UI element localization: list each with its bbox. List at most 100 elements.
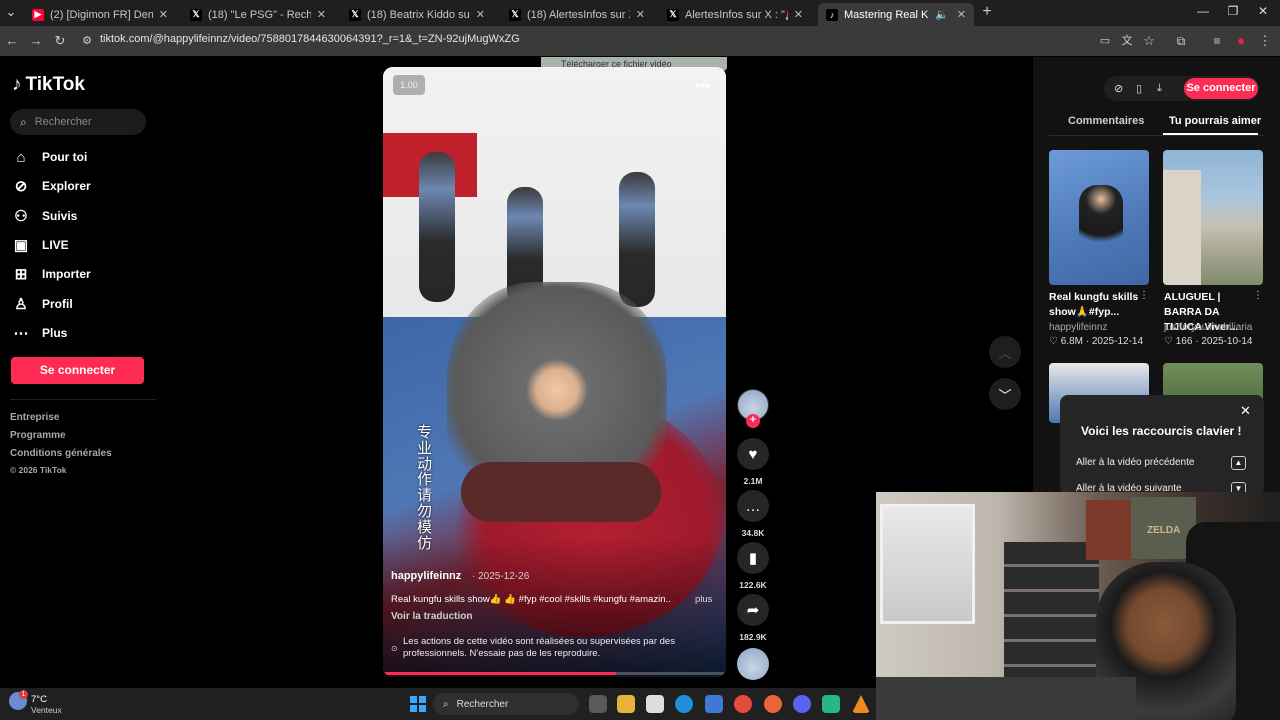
edge-icon[interactable] — [675, 695, 693, 713]
nav-upload[interactable]: ⊞ Importer — [12, 265, 91, 283]
tab-divider — [1049, 135, 1264, 136]
video-player[interactable]: 1.00 ••• 专业动作请勿模仿 happylifeinnz · 2025-1… — [383, 67, 726, 677]
caption-more-link[interactable]: plus — [695, 594, 712, 605]
search-placeholder: Rechercher — [34, 116, 92, 128]
browser-tab[interactable]: 𝕏 (18) "Le PSG" - Recherche / X ✕ — [182, 3, 334, 26]
browser-tab-active[interactable]: ♪ Mastering Real Kung Fu Sk 🔈 ✕ — [818, 3, 974, 26]
see-translation-link[interactable]: Voir la traduction — [391, 611, 473, 622]
site-info-icon[interactable]: ⚙ — [78, 32, 96, 50]
coins-icon[interactable]: ⊘ — [1114, 82, 1123, 95]
forward-icon[interactable]: → — [27, 32, 45, 50]
search-icon: ⌕ — [443, 698, 449, 710]
recommended-more-icon[interactable]: ⋮ — [1253, 290, 1263, 301]
next-video-button[interactable]: ﹀ — [989, 378, 1021, 410]
browser-tab[interactable]: 𝕏 AlertesInfos sur X : "🚨 FLASH ✕ — [659, 3, 811, 26]
header-login-button[interactable]: Se connecter — [1184, 78, 1258, 99]
tab-you-may-like[interactable]: Tu pourrais aimer — [1169, 115, 1261, 127]
comment-count: 34.8K — [741, 528, 765, 538]
close-icon[interactable]: ✕ — [159, 8, 168, 21]
more-options-icon[interactable]: ••• — [695, 77, 710, 93]
share-icon: ➦ — [746, 602, 760, 619]
download-icon[interactable]: ⤓ — [1157, 82, 1162, 95]
more-icon: ⋯ — [13, 325, 29, 342]
close-icon[interactable]: ✕ — [794, 8, 803, 21]
url-field[interactable]: tiktok.com/@happylifeinnz/video/75880178… — [100, 33, 520, 45]
windows-start-icon[interactable] — [410, 696, 426, 712]
like-button[interactable]: ♥ — [737, 438, 769, 470]
footer-link-terms[interactable]: Conditions générales — [10, 448, 112, 459]
translate-icon[interactable]: 文 — [1118, 32, 1136, 50]
login-button[interactable]: Se connecter — [11, 357, 144, 384]
webcam-shelf — [1004, 542, 1099, 692]
reload-icon[interactable]: ↻ — [51, 32, 69, 50]
file-explorer-icon[interactable] — [617, 695, 635, 713]
browser-tab[interactable]: 𝕏 (18) Beatrix Kiddo sur X : "L'exti ✕ — [341, 3, 493, 26]
weather-description[interactable]: Venteux — [31, 705, 62, 715]
recommended-title[interactable]: Real kungfu skills show🙏#fyp... — [1049, 290, 1144, 320]
video-kid-figure — [619, 172, 655, 307]
search-input[interactable]: ⌕ Rechercher — [10, 109, 146, 135]
share-button[interactable]: ➦ — [737, 594, 769, 626]
recommended-likes: 166 — [1175, 336, 1193, 347]
tab-comments[interactable]: Commentaires — [1068, 115, 1144, 127]
previous-video-button[interactable]: ︿ — [989, 336, 1021, 368]
firefox-icon[interactable] — [764, 695, 782, 713]
recommended-more-icon[interactable]: ⋮ — [1139, 290, 1149, 301]
recommended-meta: ♡ 6.8M · 2025-12-14 — [1049, 336, 1144, 347]
video-progress-bar[interactable] — [383, 672, 726, 675]
video-author[interactable]: happylifeinnz — [391, 570, 461, 582]
browser-tab[interactable]: 𝕏 (18) AlertesInfos sur X : "🚨 us ✕ — [501, 3, 653, 26]
nav-explore[interactable]: ⊘ Explorer — [12, 177, 91, 195]
recommended-author[interactable]: happylifeinnz — [1049, 322, 1107, 333]
arrow-up-key-icon: ▲ — [1231, 456, 1246, 470]
follow-plus-icon[interactable]: + — [746, 414, 760, 428]
close-icon[interactable]: ✕ — [957, 8, 966, 21]
new-tab-button[interactable]: + — [978, 3, 996, 21]
profile-avatar-icon[interactable]: ● — [1232, 32, 1250, 50]
weather-temperature[interactable]: 7°C — [31, 694, 47, 705]
minimize-icon[interactable]: — — [1193, 4, 1213, 22]
nav-following[interactable]: ⚇ Suivis — [12, 207, 77, 225]
extensions-icon[interactable]: ⧉ — [1172, 32, 1190, 50]
nav-live[interactable]: ▣ LIVE — [12, 236, 69, 254]
taskbar-search[interactable]: ⌕ Rechercher — [433, 693, 579, 715]
nav-more[interactable]: ⋯ Plus — [12, 324, 68, 342]
chrome-icon[interactable] — [734, 695, 752, 713]
media-icon[interactable]: ≡ — [1208, 32, 1226, 50]
task-view-icon[interactable] — [589, 695, 607, 713]
window-close-icon[interactable]: ✕ — [1253, 4, 1273, 22]
footer-link-company[interactable]: Entreprise — [10, 412, 59, 423]
notepad-icon[interactable] — [646, 695, 664, 713]
tab-list-icon[interactable]: ⌄ — [2, 3, 20, 21]
back-icon[interactable]: ← — [3, 32, 21, 50]
bookmark-star-icon[interactable]: ☆ — [1140, 32, 1158, 50]
nav-profile[interactable]: ♙ Profil — [12, 295, 72, 313]
app-icon[interactable] — [822, 695, 840, 713]
x-icon: 𝕏 — [667, 8, 679, 21]
store-icon[interactable] — [705, 695, 723, 713]
browser-menu-icon[interactable]: ⋮ — [1256, 32, 1274, 50]
comment-button[interactable]: … — [737, 490, 769, 522]
speaker-icon[interactable]: 🔈 — [935, 8, 949, 21]
restore-icon[interactable]: ❐ — [1223, 4, 1243, 22]
cast-icon[interactable]: ▭ — [1096, 32, 1114, 50]
save-button[interactable]: ▮ — [737, 542, 769, 574]
close-icon[interactable]: ✕ — [317, 8, 326, 21]
close-icon[interactable]: ✕ — [1240, 403, 1251, 419]
browser-tab[interactable]: ▶ (2) [Digimon FR] Denji - YouTub ✕ — [24, 3, 176, 26]
close-icon[interactable]: ✕ — [476, 8, 485, 21]
save-count: 122.6K — [739, 580, 767, 590]
recommended-video-thumbnail[interactable] — [1163, 150, 1263, 285]
tab-title: (18) AlertesInfos sur X : "🚨 us — [527, 9, 630, 21]
mobile-app-icon[interactable]: ▯ — [1136, 82, 1142, 95]
recommended-author[interactable]: justforyouimobiliaria — [1164, 322, 1252, 333]
tiktok-logo[interactable]: ♪ TikTok — [12, 74, 85, 96]
discord-icon[interactable] — [793, 695, 811, 713]
active-tab-underline — [1163, 133, 1258, 135]
music-avatar[interactable] — [737, 648, 769, 680]
nav-for-you[interactable]: ⌂ Pour toi — [12, 148, 87, 166]
close-icon[interactable]: ✕ — [636, 8, 645, 21]
recommended-video-thumbnail[interactable] — [1049, 150, 1149, 285]
thumbnail-figure — [1079, 185, 1123, 255]
footer-link-program[interactable]: Programme — [10, 430, 66, 441]
